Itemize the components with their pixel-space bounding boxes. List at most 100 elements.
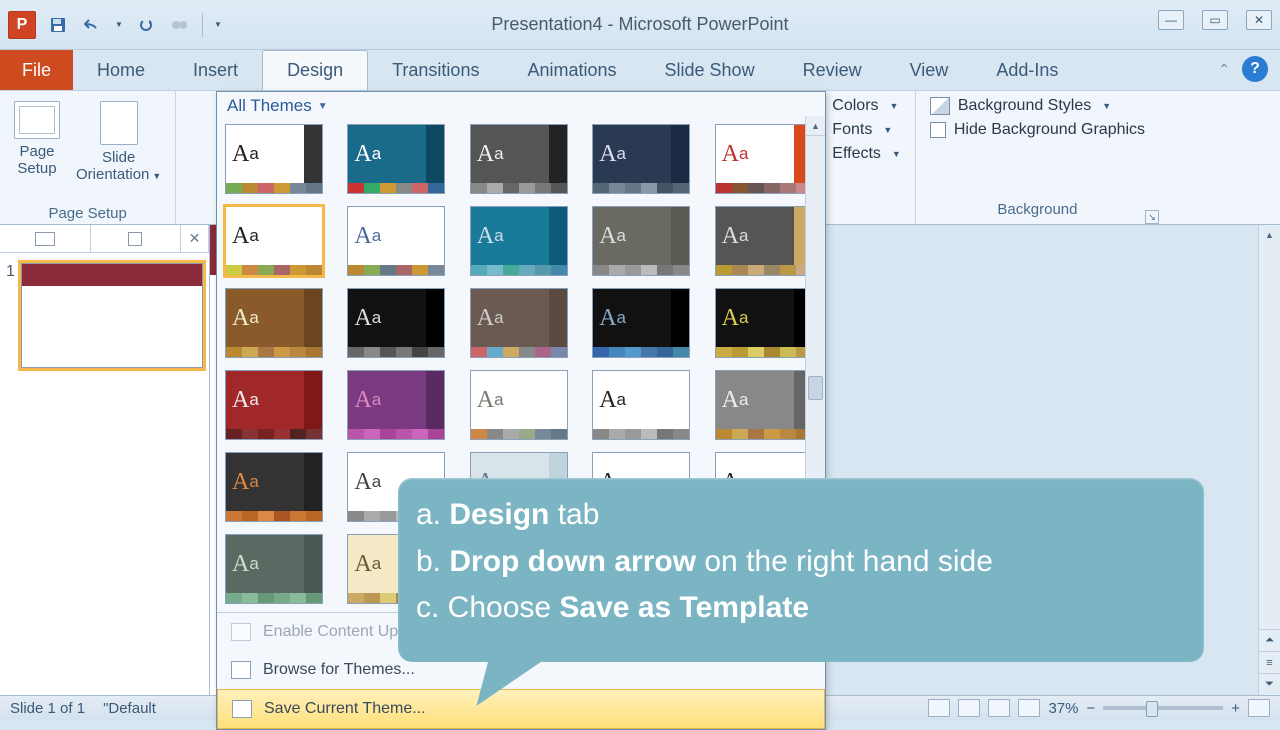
slide-orientation-icon (100, 101, 138, 145)
gallery-header[interactable]: All Themes ▼ (217, 92, 825, 120)
window-controls: — ▭ ✕ (1158, 10, 1272, 30)
slide-nav: ⏶ ≡ ⏷ (1259, 629, 1280, 695)
collapse-ribbon-icon[interactable]: ⌃ (1218, 61, 1230, 78)
powerpoint-icon[interactable]: P (8, 11, 36, 39)
reading-view-button[interactable] (988, 699, 1010, 717)
theme-t9[interactable]: Aa (592, 206, 690, 276)
chevron-down-icon: ▼ (318, 101, 328, 112)
theme-t6[interactable]: Aa (225, 206, 323, 276)
slide-thumb (21, 263, 203, 368)
page-setup-icon (14, 101, 60, 139)
background-group: Background Styles▼ Hide Background Graph… (915, 91, 1159, 224)
dialog-launcher-icon[interactable]: ↘ (1145, 210, 1159, 224)
theme-t2[interactable]: Aa (347, 124, 445, 194)
theme-t19[interactable]: Aa (592, 370, 690, 440)
theme-t8[interactable]: Aa (470, 206, 568, 276)
slide-thumb-header (22, 264, 202, 286)
slide-panel: ✕ 1 (0, 225, 210, 695)
normal-view-button[interactable] (928, 699, 950, 717)
background-styles-icon (930, 97, 950, 115)
theme-t5[interactable]: Aa (715, 124, 813, 194)
minimize-button[interactable]: — (1158, 10, 1184, 30)
slides-tab[interactable] (0, 225, 91, 252)
tab-review[interactable]: Review (779, 50, 886, 90)
save-theme-label: Save Current Theme... (264, 700, 426, 718)
scroll-up-icon[interactable]: ▲ (806, 116, 825, 136)
page-setup-label: Page Setup (17, 143, 56, 178)
qat-unknown-icon[interactable] (168, 13, 192, 37)
panel-close-button[interactable]: ✕ (181, 225, 209, 252)
gallery-header-label: All Themes (227, 96, 312, 116)
slide-orientation-button[interactable]: Slide Orientation▼ (72, 97, 165, 188)
outline-tab-icon (128, 232, 142, 246)
background-styles-button[interactable]: Background Styles▼ (930, 97, 1145, 115)
theme-t15[interactable]: Aa (715, 288, 813, 358)
tab-home[interactable]: Home (73, 50, 169, 90)
tab-slide-show[interactable]: Slide Show (641, 50, 779, 90)
theme-t14[interactable]: Aa (592, 288, 690, 358)
outline-tab[interactable] (91, 225, 182, 252)
callout-line-a: a. Design tab (416, 492, 1186, 539)
tab-file[interactable]: File (0, 50, 73, 90)
tab-view[interactable]: View (886, 50, 973, 90)
vertical-scrollbar[interactable]: ▲ ⏶ ≡ ⏷ (1258, 225, 1280, 695)
theme-t20[interactable]: Aa (715, 370, 813, 440)
slide-indicator: Slide 1 of 1 (10, 700, 85, 717)
theme-t13[interactable]: Aa (470, 288, 568, 358)
nav-menu-button[interactable]: ≡ (1259, 651, 1280, 673)
undo-icon[interactable] (80, 13, 104, 37)
redo-icon[interactable] (134, 13, 158, 37)
save-icon[interactable] (46, 13, 70, 37)
instruction-callout: a. Design tab b. Drop down arrow on the … (398, 478, 1204, 662)
slideshow-view-button[interactable] (1018, 699, 1040, 717)
theme-t11[interactable]: Aa (225, 288, 323, 358)
tab-insert[interactable]: Insert (169, 50, 262, 90)
page-setup-group: Page Setup Slide Orientation▼ Page Setup (0, 91, 176, 224)
save-theme-icon (232, 700, 252, 718)
colors-label: Colors (832, 97, 878, 115)
theme-t21[interactable]: Aa (225, 452, 323, 522)
theme-t1[interactable]: Aa (225, 124, 323, 194)
theme-t3[interactable]: Aa (470, 124, 568, 194)
theme-t7[interactable]: Aa (347, 206, 445, 276)
background-styles-label: Background Styles (958, 97, 1091, 115)
zoom-in-button[interactable]: + (1231, 700, 1240, 717)
slide-thumbnail-1[interactable]: 1 (0, 253, 209, 378)
slide-number: 1 (6, 263, 15, 368)
qat-customize-dropdown[interactable]: ▼ (213, 13, 223, 37)
tab-transitions[interactable]: Transitions (368, 50, 503, 90)
undo-dropdown[interactable]: ▼ (114, 13, 124, 37)
fit-to-window-button[interactable] (1248, 699, 1270, 717)
theme-t10[interactable]: Aa (715, 206, 813, 276)
zoom-out-button[interactable]: − (1086, 700, 1095, 717)
scroll-thumb[interactable] (808, 376, 823, 400)
theme-t16[interactable]: Aa (225, 370, 323, 440)
callout-line-b: b. Drop down arrow on the right hand sid… (416, 539, 1186, 586)
ribbon: Page Setup Slide Orientation▼ Page Setup… (0, 90, 1280, 225)
help-icon[interactable]: ? (1242, 56, 1268, 82)
theme-t26[interactable]: Aa (225, 534, 323, 604)
zoom-slider[interactable] (1103, 706, 1223, 710)
tab-design[interactable]: Design (262, 50, 368, 90)
tab-animations[interactable]: Animations (503, 50, 640, 90)
browse-themes-icon (231, 661, 251, 679)
hide-background-checkbox[interactable]: Hide Background Graphics (930, 121, 1145, 139)
theme-t12[interactable]: Aa (347, 288, 445, 358)
tab-add-ins[interactable]: Add-Ins (972, 50, 1082, 90)
qat-separator (202, 13, 203, 37)
close-button[interactable]: ✕ (1246, 10, 1272, 30)
slides-tab-icon (35, 232, 55, 246)
window-title: Presentation4 - Microsoft PowerPoint (491, 14, 788, 35)
theme-t17[interactable]: Aa (347, 370, 445, 440)
scroll-up-button[interactable]: ▲ (1259, 225, 1280, 245)
page-setup-button[interactable]: Page Setup (10, 97, 64, 188)
theme-t18[interactable]: Aa (470, 370, 568, 440)
page-setup-group-label: Page Setup (10, 203, 165, 222)
maximize-button[interactable]: ▭ (1202, 10, 1228, 30)
enable-updates-icon (231, 623, 251, 641)
sorter-view-button[interactable] (958, 699, 980, 717)
next-slide-button[interactable]: ⏷ (1259, 673, 1280, 695)
prev-slide-button[interactable]: ⏶ (1259, 629, 1280, 651)
callout-line-c: c. Choose Save as Template (416, 585, 1186, 632)
theme-t4[interactable]: Aa (592, 124, 690, 194)
